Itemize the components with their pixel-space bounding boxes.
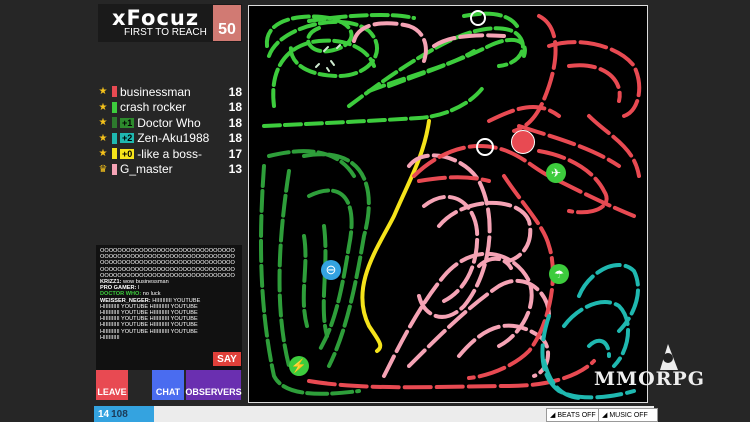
player-counter: 14 108: [94, 406, 154, 422]
chat-text: HIIIIIIIIII YOUTUBE HIIIIIIIIII YOUTUBE: [100, 310, 198, 317]
observers-button[interactable]: OBSERVERS: [185, 370, 242, 400]
player-name: businessman: [120, 84, 191, 99]
player-color-swatch: [112, 101, 117, 113]
game-arena[interactable]: ✈ ☂ ⊖ ⚡: [248, 5, 648, 403]
chat-text: OOOOOOOOOOOOOOOOOOOOOOOOOOOOOOO: [100, 266, 235, 273]
chat-speaker: PRO GAMER:: [100, 285, 137, 292]
chat-text: OOOOOOOOOOOOOOOOOOOOOOOOOOOOOOO: [100, 272, 235, 279]
chat-text: HIIIIIIIIII YOUTUBE HIIIIIIIIII YOUTUBE: [100, 328, 198, 335]
player-name: -like a boss-: [137, 146, 202, 161]
scoreboard-row: ★ +2 Zen-Aku1988 18: [96, 131, 242, 147]
player-score: 18: [228, 84, 242, 99]
powerup-slow-icon: [511, 130, 535, 154]
scoreboard-row: ★ crash rocker 18: [96, 100, 242, 116]
music-label: MUSIC OFF: [609, 411, 648, 419]
counter-small: 108: [111, 408, 128, 420]
scoreboard-row: ★ +1 Doctor Who 18: [96, 115, 242, 131]
bonus-badge: +2: [120, 133, 135, 144]
powerup-shield-icon: ☂: [549, 264, 569, 284]
powerup-narrow-icon: ⊖: [321, 260, 341, 280]
player-score: 18: [228, 115, 242, 130]
chat-speaker: KRIZZ1:: [100, 279, 122, 286]
player-name: crash rocker: [120, 100, 187, 115]
player-color-swatch: [112, 132, 117, 144]
chat-text: HIIIIIIIIII YOUTUBE HIIIIIIIIII YOUTUBE: [100, 316, 198, 323]
scoreboard: ★ businessman 18 ★ crash rocker 18 ★ +1 Doctor W…: [96, 84, 242, 177]
scoreboard-row: ★ businessman 18: [96, 84, 242, 100]
target-score: 50: [213, 5, 241, 41]
player-name: G_master: [120, 162, 173, 177]
crown-icon: ♛: [98, 163, 108, 175]
star-icon: ★: [98, 101, 108, 113]
beats-label: BEATS OFF: [557, 411, 596, 419]
player-score: 18: [228, 100, 242, 115]
watermark: MMORPG: [594, 368, 705, 390]
powerup-lightning-icon: ⚡: [289, 356, 309, 376]
chat-text: no luck: [141, 291, 161, 298]
beats-toggle[interactable]: ◢ BEATS OFF: [546, 408, 602, 422]
player-color-swatch: [112, 163, 117, 175]
speaker-icon: ◢: [550, 412, 558, 419]
player-color-swatch: [112, 117, 117, 129]
scoreboard-row: ★ +0 -like a boss- 17: [96, 146, 242, 162]
music-toggle[interactable]: ◢ MUSIC OFF: [598, 408, 658, 422]
player-name: Doctor Who: [137, 115, 201, 130]
scoreboard-row: ♛ G_master 13: [96, 162, 242, 178]
chat-text: HIIIIIIIIII YOUTUBE HIIIIIIIIII YOUTUBE: [100, 322, 198, 329]
leave-button[interactable]: LEAVE: [96, 370, 128, 400]
chat-text: HIIIIIIIIII YOUTUBE: [150, 297, 201, 304]
counter-main: 14: [98, 408, 110, 420]
chat-text: OOOOOOOOOOOOOOOOOOOOOOOOOOOOOOO: [100, 260, 235, 267]
star-icon: ★: [98, 148, 108, 160]
chat-text: wow businessman: [121, 279, 169, 286]
chat-text: HIIIIIIIIII: [100, 334, 120, 341]
speaker-icon: ◢: [602, 412, 610, 419]
chat-text: OOOOOOOOOOOOOOOOOOOOOOOOOOOOOOO: [100, 248, 235, 254]
powerup-speed-icon: ✈: [546, 163, 566, 183]
star-icon: ★: [98, 117, 108, 129]
chat-lines: OOOOOOOOOOOOOOOOOOOOOOOOOOOOOOO OOOOOOOOO…: [96, 245, 242, 344]
bonus-badge: +0: [120, 148, 135, 159]
chat-button[interactable]: CHAT: [152, 370, 184, 400]
chat-text: HIIIIIIIIII YOUTUBE HIIIIIIIIII YOUTUBE: [100, 303, 198, 310]
player-score: 17: [228, 146, 242, 161]
star-icon: ★: [98, 86, 108, 98]
player-score: 13: [228, 162, 242, 177]
chat-text: l: [136, 285, 140, 292]
game-subtitle: FIRST TO REACH: [124, 27, 207, 38]
player-color-swatch: [112, 86, 117, 98]
chat-message: HIIIIIIIIII: [100, 335, 238, 341]
chat-speaker: DOCTOR WHO:: [100, 291, 142, 298]
chat-speaker: WEISSER_NEGER:: [100, 297, 151, 304]
say-button[interactable]: SAY: [213, 352, 241, 366]
trails: [259, 10, 642, 400]
chat-text: OOOOOOOOOOOOOOOOOOOOOOOOOOOOOOO: [100, 254, 235, 261]
star-icon: ★: [98, 132, 108, 144]
player-score: 18: [228, 131, 242, 146]
player-name: Zen-Aku1988: [137, 131, 210, 146]
player-color-swatch: [112, 148, 117, 160]
bonus-badge: +1: [120, 117, 135, 128]
